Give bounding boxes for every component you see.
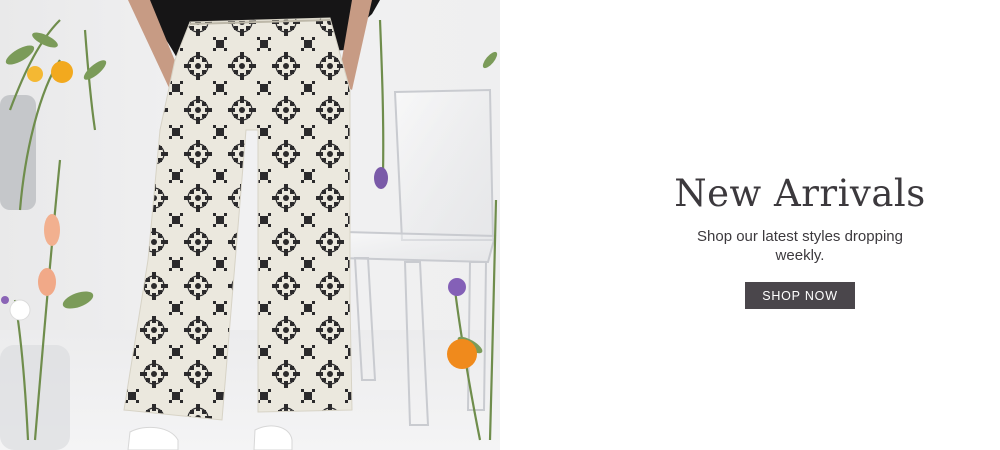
hero-banner: New Arrivals Shop our latest styles drop… xyxy=(0,0,1000,450)
hero-heading: New Arrivals xyxy=(674,172,926,215)
shop-now-button[interactable]: SHOP NOW xyxy=(745,282,855,309)
model-photo-illustration xyxy=(0,0,500,450)
hero-copy: New Arrivals Shop our latest styles drop… xyxy=(500,0,1000,450)
hero-copy-inner: New Arrivals Shop our latest styles drop… xyxy=(600,0,1000,450)
vase-left xyxy=(0,95,70,450)
hero-subtext: Shop our latest styles dropping weekly. xyxy=(697,228,903,264)
hero-image[interactable] xyxy=(0,0,500,450)
